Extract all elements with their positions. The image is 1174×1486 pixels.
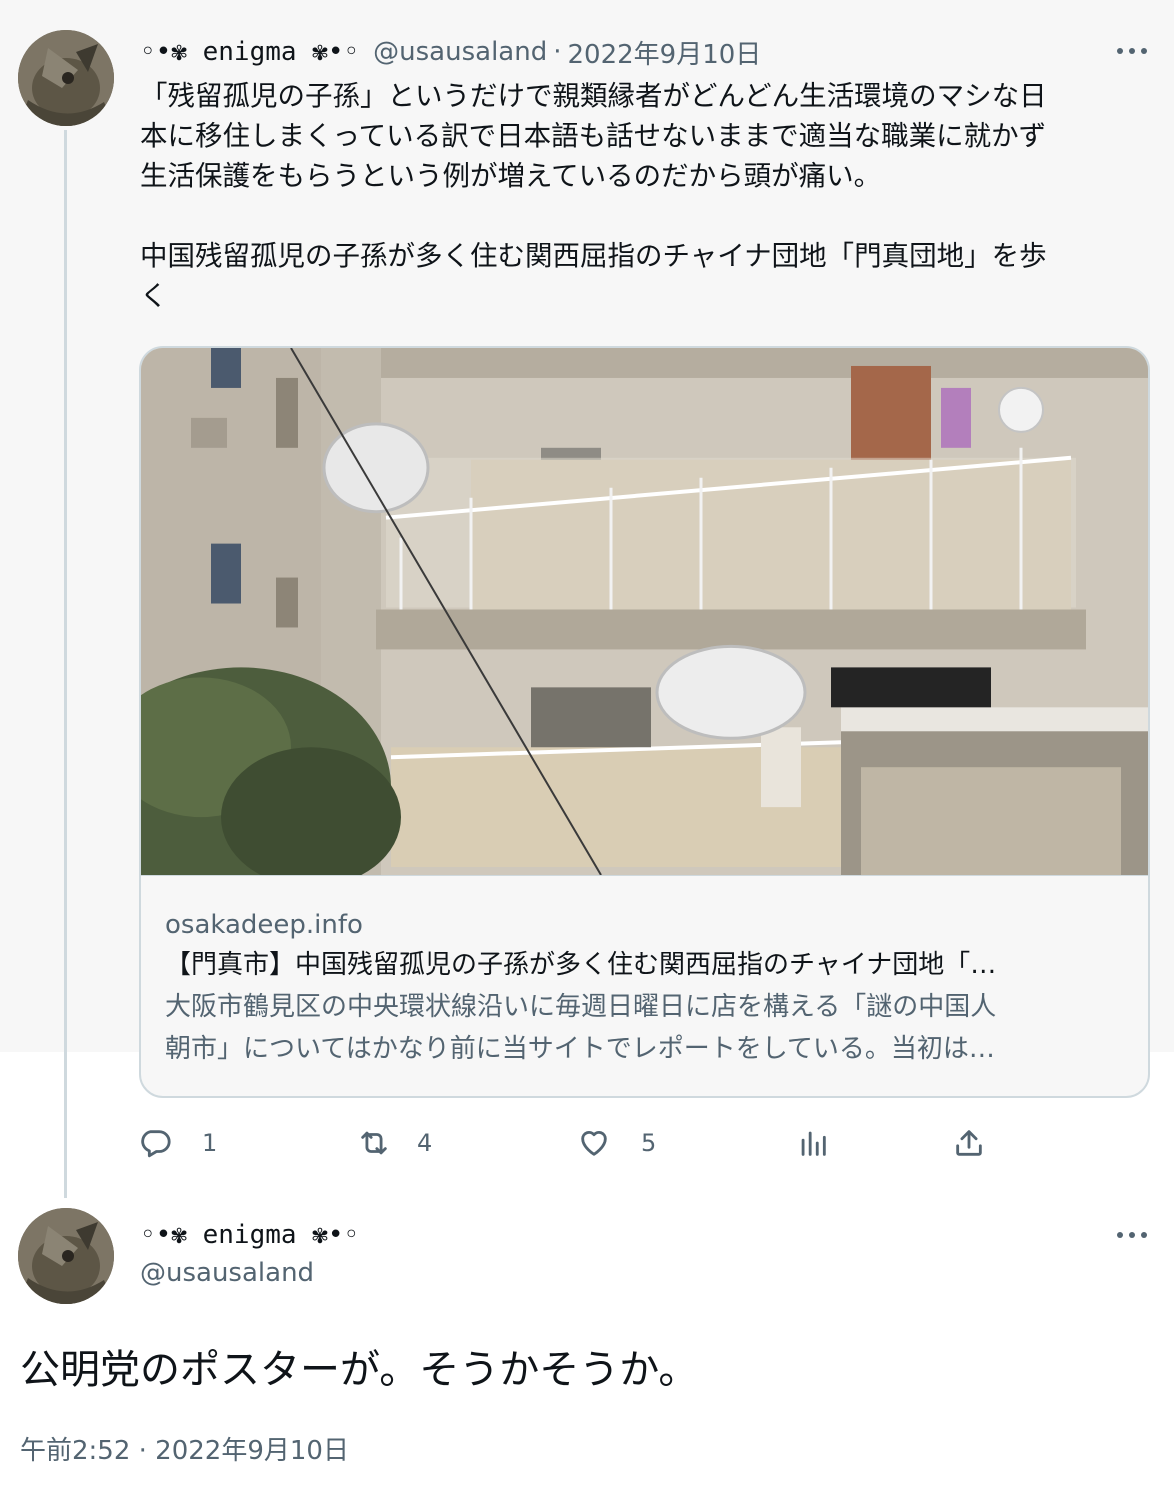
retweet-count: 4 xyxy=(417,1129,433,1157)
share-icon xyxy=(956,1130,982,1156)
author-display-name[interactable]: ◦•✾ enigma ✾•◦ xyxy=(140,37,359,67)
avatar-image xyxy=(18,30,114,126)
analytics-icon xyxy=(801,1131,826,1156)
tweet-text: 「残留孤児の子孫」というだけで親類縁者がどんどん生活環境のマシな日 本に移住しま… xyxy=(140,80,1047,312)
link-card-body[interactable]: osakadeep.info 【門真市】中国残留孤児の子孫が多く住む関西屈指のチ… xyxy=(141,876,1148,1096)
card-description-line-2: 朝市」についてはかなり前に当サイトでレポートをしている。当初は… xyxy=(165,1034,995,1064)
reply-author-handle[interactable]: @usausaland xyxy=(140,1258,314,1288)
parent-tweet-header: ◦•✾ enigma ✾•◦ @usausaland · 2022年9月10日 xyxy=(140,34,761,70)
apartment-photo xyxy=(141,348,1148,875)
reply-author-display-name[interactable]: ◦•✾ enigma ✾•◦ xyxy=(140,1220,359,1250)
card-description-line-1: 大阪市鶴見区の中央環状線沿いに毎週日曜日に店を構える「謎の中国人 xyxy=(165,992,997,1022)
avatar[interactable] xyxy=(18,30,114,126)
reply-button[interactable]: 1 xyxy=(138,1120,217,1166)
more-options-button[interactable] xyxy=(1112,36,1152,66)
retweet-icon xyxy=(361,1131,387,1155)
reply-more-options-button[interactable] xyxy=(1112,1220,1152,1250)
heart-icon xyxy=(581,1131,607,1156)
more-icon xyxy=(1117,1232,1147,1238)
link-card[interactable]: osakadeep.info 【門真市】中国残留孤児の子孫が多く住む関西屈指のチ… xyxy=(139,346,1150,1098)
like-button[interactable]: 5 xyxy=(577,1120,656,1166)
tweet-actions: 1 4 5 xyxy=(0,1120,1174,1166)
avatar-image xyxy=(18,1208,114,1304)
share-button[interactable] xyxy=(952,1120,986,1166)
reply-icon xyxy=(141,1130,171,1158)
reply-count: 1 xyxy=(202,1129,218,1157)
tweet-date[interactable]: 2022年9月10日 xyxy=(567,34,761,71)
card-title: 【門真市】中国残留孤児の子孫が多く住む関西屈指のチャイナ団地「… xyxy=(165,950,997,980)
more-icon xyxy=(1117,48,1147,54)
like-count: 5 xyxy=(641,1129,657,1157)
reply-timestamp[interactable]: 午前2:52 · 2022年9月10日 xyxy=(20,1430,349,1467)
retweet-button[interactable]: 4 xyxy=(357,1120,432,1166)
author-handle[interactable]: @usausaland xyxy=(373,37,547,67)
thread-connector-line xyxy=(64,130,67,1198)
card-domain: osakadeep.info xyxy=(165,910,363,940)
reply-avatar[interactable] xyxy=(18,1208,114,1304)
reply-tweet-text: 公明党のポスターが。そうかそうか。 xyxy=(20,1347,699,1393)
views-button[interactable] xyxy=(796,1120,830,1166)
link-card-image[interactable] xyxy=(141,348,1148,876)
separator-dot: · xyxy=(553,37,562,67)
